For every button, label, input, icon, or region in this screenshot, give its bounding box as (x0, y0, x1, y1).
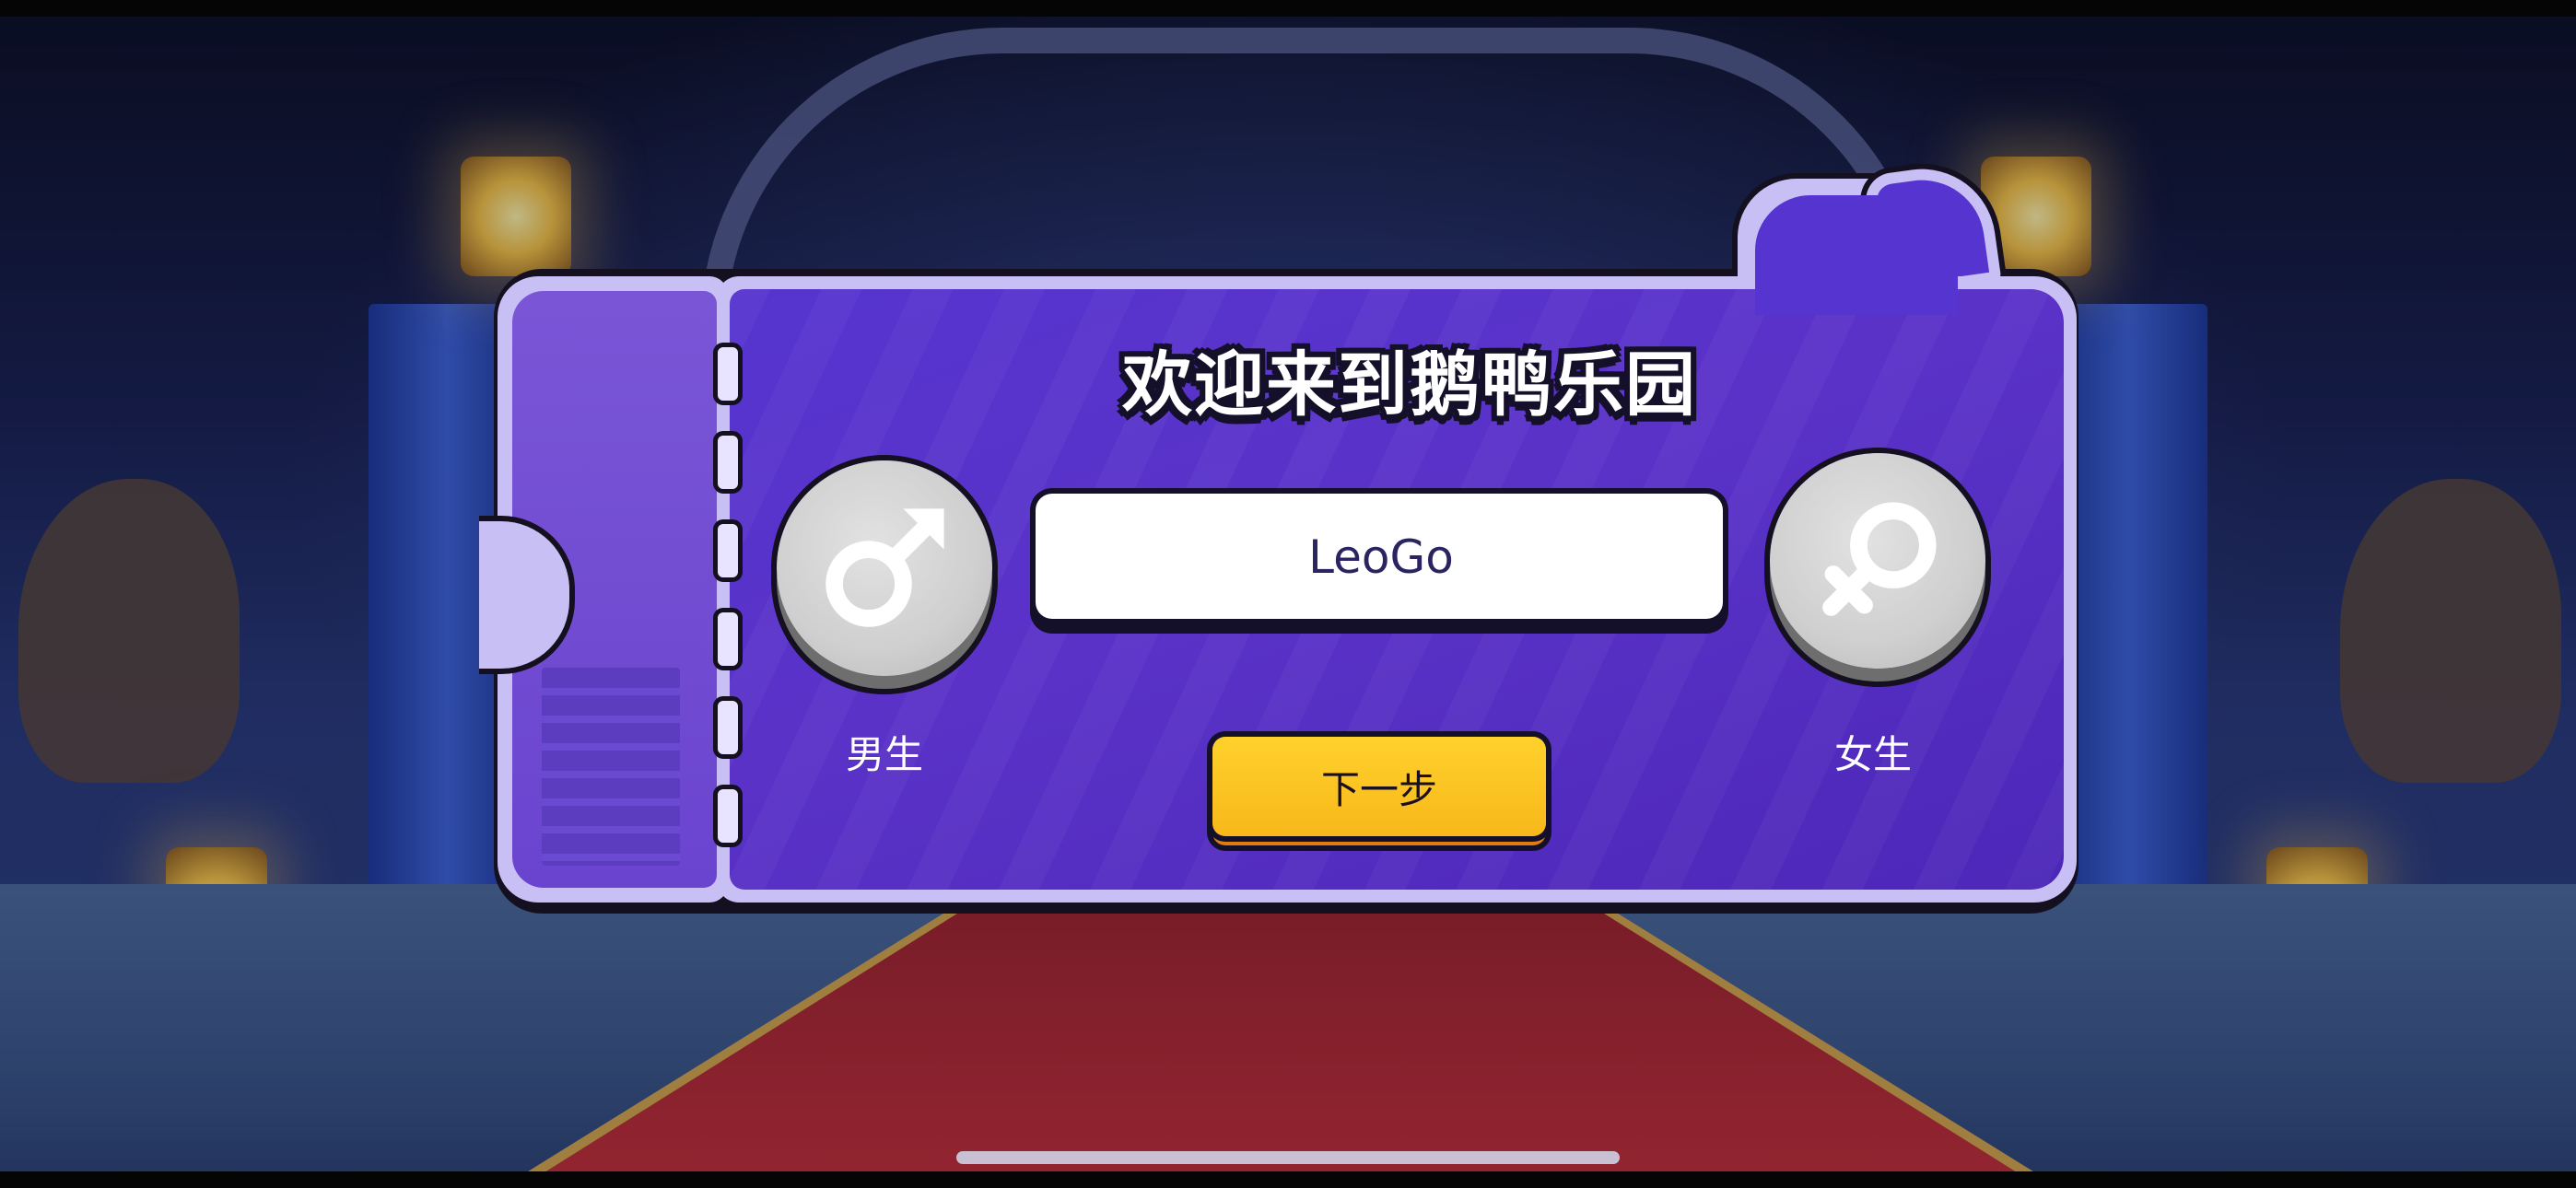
home-indicator[interactable] (956, 1151, 1620, 1164)
ticket-ear-fill (1755, 195, 1958, 315)
next-step-button[interactable]: 下一步 (1212, 737, 1546, 836)
male-label: 男生 (845, 732, 923, 777)
bottom-edge (0, 1171, 2576, 1188)
name-input[interactable] (1036, 494, 1727, 621)
perforation (713, 696, 743, 759)
perforation (713, 343, 743, 405)
perforation (713, 785, 743, 847)
male-symbol-icon (825, 508, 944, 627)
top-edge (0, 0, 2576, 17)
female-button[interactable] (1770, 453, 1985, 669)
female-label: 女生 (1833, 732, 1912, 777)
female-symbol-icon (1822, 502, 1937, 616)
ticket-barcode (542, 668, 680, 866)
perforation (713, 608, 743, 670)
male-button[interactable] (777, 460, 992, 676)
name-input-box[interactable] (1036, 494, 1727, 621)
next-step-label: 下一步 (1320, 766, 1437, 812)
perforation (713, 431, 743, 494)
welcome-title: 欢迎来到鹅鸭乐园 (1122, 344, 1697, 425)
perforation (713, 519, 743, 582)
